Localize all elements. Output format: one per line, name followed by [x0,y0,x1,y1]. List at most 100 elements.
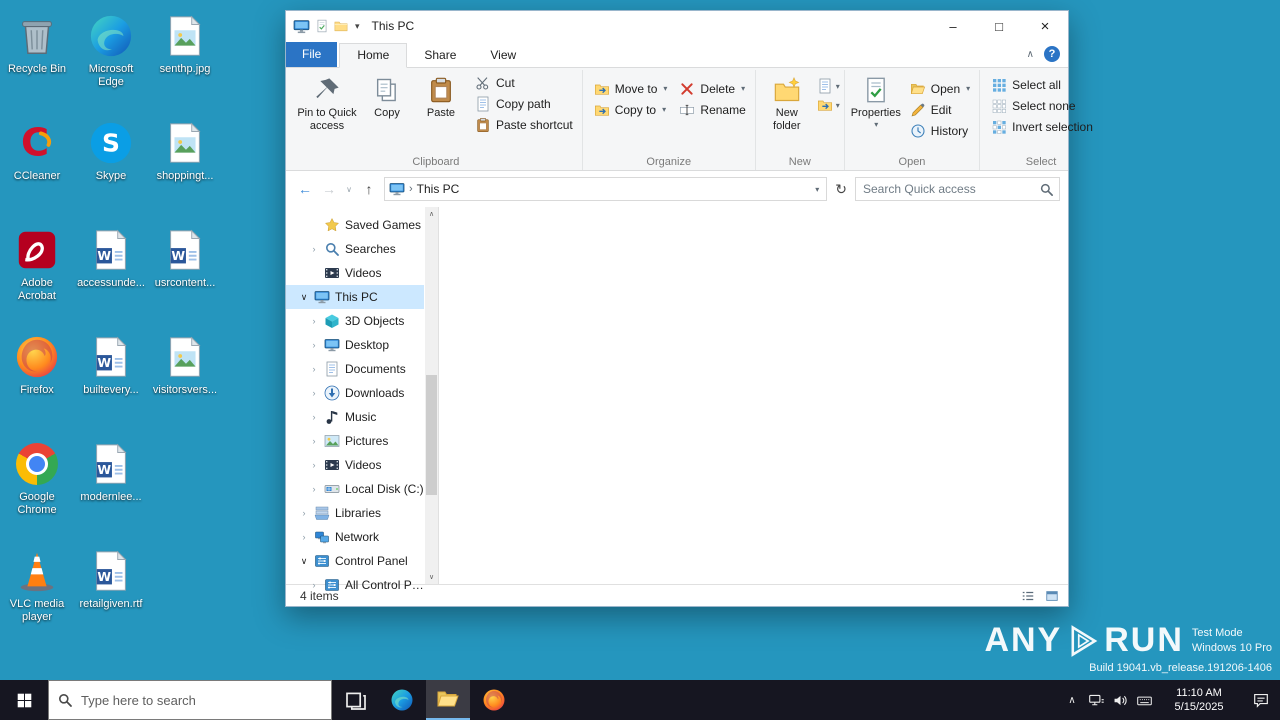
copy-path-button[interactable]: Copy path [470,93,578,114]
start-button[interactable] [0,680,48,720]
taskbar-edge-button[interactable] [380,680,424,720]
history-button[interactable]: History [905,120,975,141]
taskbar-explorer-button[interactable] [426,680,470,720]
expander-icon[interactable]: › [309,484,319,494]
desktop-icon-accessunde[interactable]: accessunde... [74,220,148,327]
desktop-icon-shopping[interactable]: shoppingt... [148,113,222,220]
expander-icon[interactable]: ∨ [299,556,309,567]
open-button[interactable]: Open ▾ [905,78,975,99]
thumbnail-view-button[interactable] [1042,587,1062,605]
expander-icon[interactable]: › [299,532,309,542]
expander-icon[interactable]: › [309,340,319,350]
file-list-area[interactable] [439,207,1068,584]
breadcrumb-chevron-icon[interactable]: › [409,183,413,195]
new-folder-button[interactable]: New folder [760,72,814,132]
collapse-ribbon-icon[interactable]: ∧ [1027,49,1034,60]
task-view-button[interactable] [334,680,378,720]
customize-toolbar-icon[interactable]: ▾ [355,21,360,32]
invert-selection-button[interactable]: Invert selection [986,116,1098,137]
cut-button[interactable]: Cut [470,72,578,93]
recent-locations-icon[interactable]: ∨ [344,185,354,194]
desktop-icon-skype[interactable]: Skype [74,113,148,220]
minimize-button[interactable]: – [930,11,976,41]
expander-icon[interactable]: › [309,412,319,422]
properties-quick-icon[interactable] [315,19,329,33]
nav-item-libraries[interactable]: › Libraries [286,501,424,525]
expander-icon[interactable]: › [309,580,319,590]
tab-file[interactable]: File [286,42,338,67]
nav-item-desktop[interactable]: › Desktop [286,333,424,357]
copy-to-button[interactable]: Copy to ▾ [589,99,673,120]
tab-home[interactable]: Home [339,43,408,68]
breadcrumb-segment[interactable]: This PC [417,182,460,196]
tab-share[interactable]: Share [407,44,473,67]
tab-view[interactable]: View [473,44,533,67]
nav-scrollbar[interactable]: ∧ ∨ [425,207,438,584]
details-view-button[interactable] [1018,587,1038,605]
desktop-icon-retailgiven[interactable]: retailgiven.rtf [74,541,148,648]
new-item-button[interactable]: ▾ [817,78,840,94]
desktop-icon-recycle-bin[interactable]: Recycle Bin [0,6,74,113]
expander-icon[interactable]: ∨ [299,292,309,303]
scrollbar-track[interactable] [425,221,438,570]
desktop-icon-senthp-jpg[interactable]: senthp.jpg [148,6,222,113]
nav-item-network[interactable]: › Network [286,525,424,549]
explorer-search-box[interactable] [855,177,1060,201]
close-button[interactable]: × [1022,11,1068,41]
nav-item-videos[interactable]: › Videos [286,453,424,477]
taskbar-clock[interactable]: 11:10 AM 5/15/2025 [1162,686,1236,715]
refresh-button[interactable]: ↻ [833,181,849,198]
new-folder-quick-icon[interactable] [334,19,348,33]
taskbar-firefox-button[interactable] [472,680,516,720]
desktop-icon-modernlee[interactable]: modernlee... [74,434,148,541]
nav-item-control-panel[interactable]: ∨ Control Panel [286,549,424,573]
nav-item-pictures[interactable]: › Pictures [286,429,424,453]
address-bar[interactable]: › This PC ▾ [384,177,828,201]
desktop-icon-usrcontent[interactable]: usrcontent... [148,220,222,327]
forward-button[interactable]: → [320,181,338,197]
expander-icon[interactable]: › [309,460,319,470]
desktop-icon-firefox[interactable]: Firefox [0,327,74,434]
nav-item-local-disk-c[interactable]: › Local Disk (C:) [286,477,424,501]
expander-icon[interactable]: › [309,244,319,254]
nav-item-saved-games[interactable]: Saved Games [286,213,424,237]
scroll-down-icon[interactable]: ∨ [425,570,438,584]
move-to-button[interactable]: Move to ▾ [589,78,673,99]
nav-item-all-control-panel-items[interactable]: › All Control Par... [286,573,425,597]
action-center-button[interactable] [1242,680,1280,720]
desktop-icon-visitorsvers[interactable]: visitorsvers... [148,327,222,434]
nav-item-3d-objects[interactable]: › 3D Objects [286,309,424,333]
keyboard-tray-icon[interactable] [1132,680,1156,720]
select-all-button[interactable]: Select all [986,74,1098,95]
desktop-icon-ccleaner[interactable]: CCleaner [0,113,74,220]
desktop-icon-microsoft-edge[interactable]: Microsoft Edge [74,6,148,113]
nav-item-this-pc[interactable]: ∨ This PC [286,285,424,309]
desktop-icon-google-chrome[interactable]: Google Chrome [0,434,74,541]
taskbar-search-input[interactable] [81,692,323,708]
volume-tray-icon[interactable] [1108,680,1132,720]
expander-icon[interactable]: › [299,508,309,518]
easy-access-button[interactable]: ▾ [817,97,840,113]
nav-item-documents[interactable]: › Documents [286,357,424,381]
paste-button[interactable]: Paste [414,72,468,120]
expander-icon[interactable]: › [309,364,319,374]
network-tray-icon[interactable] [1084,680,1108,720]
scroll-up-icon[interactable]: ∧ [425,207,438,221]
expander-icon[interactable]: › [309,388,319,398]
expander-icon[interactable]: › [309,316,319,326]
nav-item-music[interactable]: › Music [286,405,424,429]
address-dropdown-icon[interactable]: ▾ [812,185,822,194]
desktop-icon-builtevery[interactable]: builtevery... [74,327,148,434]
nav-item-downloads[interactable]: › Downloads [286,381,424,405]
properties-button[interactable]: Properties ▾ [849,72,903,129]
back-button[interactable]: ← [296,181,314,197]
titlebar[interactable]: ▾ This PC – □ × [286,11,1068,41]
scrollbar-thumb[interactable] [426,374,437,495]
maximize-button[interactable]: □ [976,11,1022,41]
desktop-icon-vlc[interactable]: VLC media player [0,541,74,648]
select-none-button[interactable]: Select none [986,95,1098,116]
pin-to-quick-access-button[interactable]: Pin to Quick access [294,72,360,132]
taskbar-search-box[interactable] [48,680,332,720]
rename-button[interactable]: Rename [674,99,750,120]
show-hidden-icons-button[interactable]: ∧ [1060,680,1084,720]
